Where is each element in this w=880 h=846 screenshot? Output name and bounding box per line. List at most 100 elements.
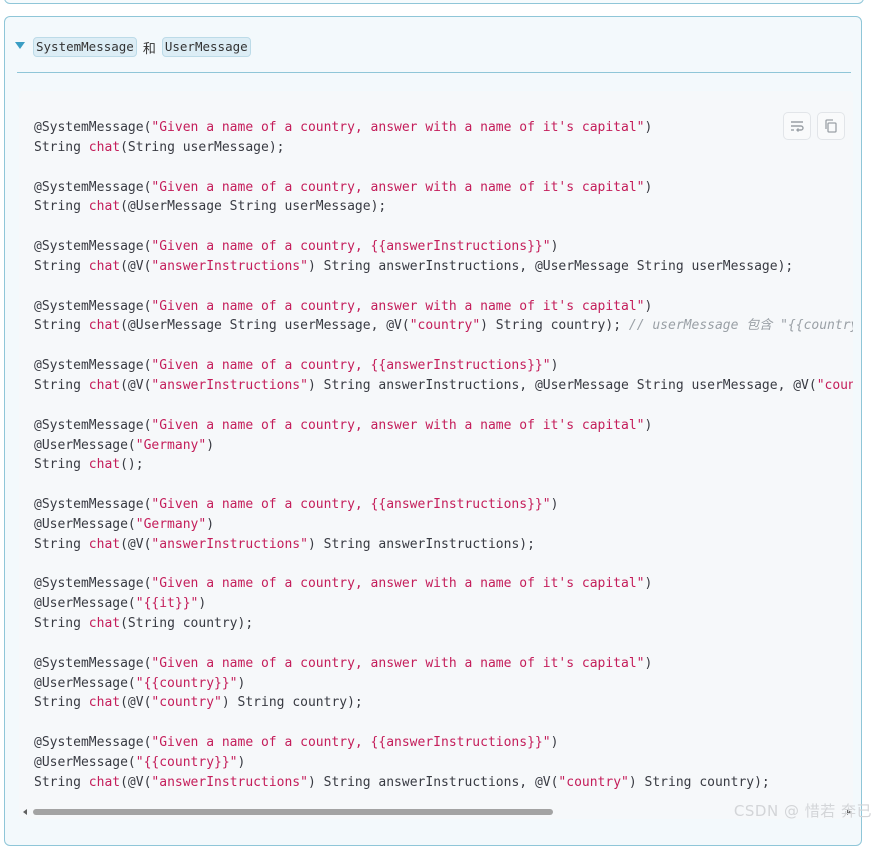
details-card: SystemMessage 和 UserMessage @SystemMessa…: [4, 16, 862, 846]
code-token: (@UserMessage String userMessage);: [120, 199, 387, 215]
code-function: chat: [88, 457, 121, 473]
code-line: String chat(@V("country") String country…: [34, 693, 853, 713]
code-line: @SystemMessage("Given a name of a countr…: [34, 178, 853, 198]
code-function: chat: [88, 258, 121, 274]
code-token: @SystemMessage(: [34, 358, 152, 374]
code-token: (@V(: [120, 258, 152, 274]
code-token: ): [550, 358, 559, 374]
code-token: (@V(: [120, 536, 152, 552]
code-token: ): [644, 655, 653, 671]
code-token: (String country);: [120, 616, 254, 632]
code-token: (@UserMessage String userMessage, @V(: [120, 318, 410, 334]
code-line: ​: [34, 713, 853, 733]
code-string: "answerInstructions": [151, 774, 308, 790]
code-line: ​: [34, 158, 853, 178]
code-token: @SystemMessage(: [34, 120, 152, 135]
code-string: "answerInstructions": [151, 377, 308, 393]
code-string: "{{country}}": [135, 675, 238, 691]
code-string: "answerInstructions": [151, 536, 308, 552]
code-function: chat: [88, 139, 121, 155]
code-line: ​: [34, 217, 853, 237]
code-line: @UserMessage("{{country}}"): [34, 674, 853, 694]
details-summary[interactable]: SystemMessage 和 UserMessage: [15, 36, 251, 58]
code-line: @SystemMessage("Given a name of a countr…: [34, 733, 853, 753]
code-token: @SystemMessage(: [34, 735, 152, 751]
horizontal-scrollbar[interactable]: [19, 805, 853, 819]
code-string: "country": [151, 695, 222, 711]
code-token: String: [34, 774, 89, 790]
code-token: (String userMessage);: [120, 139, 285, 155]
code-token: @SystemMessage(: [34, 417, 152, 433]
code-token: ): [550, 239, 559, 255]
code-line: ​: [34, 336, 853, 356]
code-token: ): [644, 417, 653, 433]
watermark: CSDN @ 惜若 奔已: [733, 802, 872, 820]
code-token: ): [550, 497, 559, 513]
code-token: @SystemMessage(: [34, 497, 152, 513]
code-token: ): [206, 516, 215, 532]
code-line: ​: [34, 555, 853, 575]
code-string: "Given a name of a country, {{answerInst…: [151, 358, 551, 374]
code-line: ​: [34, 634, 853, 654]
scrollbar-thumb[interactable]: [33, 809, 553, 815]
code-function: chat: [88, 536, 121, 552]
code-line: @SystemMessage("Given a name of a countr…: [34, 118, 853, 138]
code-string: "Given a name of a country, {{answerInst…: [151, 497, 551, 513]
code-string: "country": [816, 377, 853, 393]
scroll-left-icon[interactable]: [23, 809, 27, 815]
code-string: "Given a name of a country, {{answerInst…: [151, 239, 551, 255]
code-token: @SystemMessage(: [34, 576, 152, 592]
code-string: "country": [409, 318, 481, 334]
wrap-lines-button[interactable]: [783, 112, 811, 140]
summary-divider: [17, 72, 851, 73]
code-function: chat: [88, 199, 121, 215]
code-token: @SystemMessage(: [34, 298, 152, 314]
code-token: @SystemMessage(: [34, 655, 152, 671]
code-block[interactable]: @SystemMessage("Given a name of a countr…: [19, 91, 853, 819]
code-line: @SystemMessage("Given a name of a countr…: [34, 495, 853, 515]
code-token: ) String country);: [480, 318, 629, 334]
code-token: ) String answerInstructions, @V(: [307, 774, 559, 790]
triangle-down-icon[interactable]: [15, 42, 25, 49]
code-string: "Given a name of a country, {{answerInst…: [151, 735, 551, 751]
code-token: ): [550, 735, 559, 751]
code-token: ): [644, 576, 653, 592]
code-content[interactable]: @SystemMessage("Given a name of a countr…: [34, 118, 853, 793]
code-string: "{{it}}": [135, 596, 199, 612]
code-token: (@V(: [120, 774, 152, 790]
code-line: String chat(@UserMessage String userMess…: [34, 316, 853, 336]
code-token: ) String answerInstructions, @UserMessag…: [307, 258, 794, 274]
code-line: String chat(String country);: [34, 614, 853, 634]
code-token: ): [198, 596, 207, 612]
code-line: @SystemMessage("Given a name of a countr…: [34, 356, 853, 376]
code-token: String: [34, 536, 89, 552]
code-token: String: [34, 139, 89, 155]
code-line: String chat();: [34, 455, 853, 475]
copy-button[interactable]: [817, 112, 845, 140]
code-token: String: [34, 318, 89, 334]
code-token: ) String country);: [221, 695, 363, 711]
summary-code-system-message: SystemMessage: [33, 37, 137, 57]
code-line: @SystemMessage("Given a name of a countr…: [34, 416, 853, 436]
code-function: chat: [88, 774, 121, 790]
code-token: String: [34, 377, 89, 393]
code-line: @UserMessage("{{country}}"): [34, 753, 853, 773]
code-line: ​: [34, 475, 853, 495]
code-string: "{{country}}": [135, 755, 238, 770]
code-line: @SystemMessage("Given a name of a countr…: [34, 297, 853, 317]
code-string: "Given a name of a country, answer with …: [151, 120, 645, 135]
code-line: @SystemMessage("Given a name of a countr…: [34, 237, 853, 257]
code-token: @SystemMessage(: [34, 239, 152, 255]
code-string: "Given a name of a country, answer with …: [151, 179, 645, 195]
code-token: String: [34, 258, 89, 274]
code-function: chat: [88, 695, 121, 711]
code-line: @SystemMessage("Given a name of a countr…: [34, 574, 853, 594]
code-token: ): [644, 179, 653, 195]
code-line: String chat(@V("answerInstructions") Str…: [34, 773, 853, 793]
code-token: @UserMessage(: [34, 437, 136, 453]
code-token: ) String country);: [628, 774, 770, 790]
code-token: ): [237, 755, 246, 770]
copy-icon: [825, 119, 837, 133]
code-line: String chat(@V("answerInstructions") Str…: [34, 257, 853, 277]
code-token: String: [34, 457, 89, 473]
